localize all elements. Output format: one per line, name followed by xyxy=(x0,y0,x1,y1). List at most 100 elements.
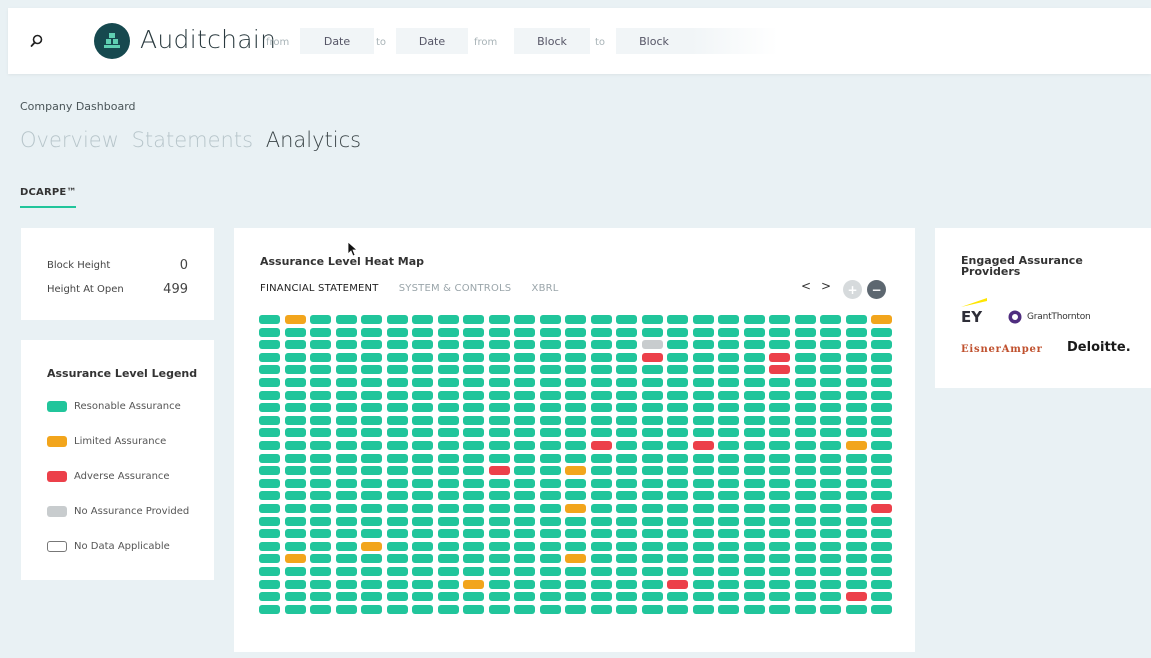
heatmap-cell[interactable] xyxy=(437,352,459,362)
heatmap-cell[interactable] xyxy=(794,554,816,564)
heatmap-cell[interactable] xyxy=(718,415,739,425)
heatmap-cell[interactable] xyxy=(259,428,280,438)
heatmap-cell[interactable] xyxy=(386,453,408,463)
heatmap-cell[interactable] xyxy=(514,428,535,438)
heatmap-cell[interactable] xyxy=(820,504,841,513)
heatmap-cell[interactable] xyxy=(718,466,739,476)
heatmap-cell[interactable] xyxy=(514,453,535,463)
heatmap-cell[interactable] xyxy=(310,378,331,387)
heatmap-cell[interactable] xyxy=(361,352,382,362)
heatmap-cell[interactable] xyxy=(590,352,612,362)
heatmap-cell[interactable] xyxy=(284,478,306,488)
heatmap-cell[interactable] xyxy=(565,491,586,501)
heatmap-cell[interactable] xyxy=(539,390,561,400)
heatmap-cell[interactable] xyxy=(463,340,484,350)
tab-financial-statement[interactable]: FINANCIAL STATEMENT xyxy=(260,283,379,294)
heatmap-cell[interactable] xyxy=(641,579,663,589)
heatmap-cell[interactable] xyxy=(590,579,612,589)
heatmap-cell[interactable] xyxy=(539,579,561,589)
heatmap-cell[interactable] xyxy=(463,604,484,614)
heatmap-cell[interactable] xyxy=(743,567,765,576)
heatmap-cell[interactable] xyxy=(871,340,892,350)
heatmap-cell[interactable] xyxy=(692,491,714,501)
heatmap-cell[interactable] xyxy=(692,378,714,387)
heatmap-cell[interactable] xyxy=(616,428,637,438)
heatmap-cell[interactable] xyxy=(386,604,408,614)
heatmap-cell[interactable] xyxy=(641,604,663,614)
heatmap-cell[interactable] xyxy=(692,516,714,526)
heatmap-cell[interactable] xyxy=(743,415,765,425)
heatmap-cell[interactable] xyxy=(259,327,280,337)
heatmap-cell[interactable] xyxy=(565,567,586,576)
heatmap-cell[interactable] xyxy=(871,453,892,463)
heatmap-cell[interactable] xyxy=(437,491,459,501)
heatmap-cell[interactable] xyxy=(284,365,306,375)
heatmap-cell[interactable] xyxy=(259,453,280,463)
heatmap-cell[interactable] xyxy=(361,504,382,513)
heatmap-cell[interactable] xyxy=(539,340,561,350)
heatmap-cell[interactable] xyxy=(335,554,357,564)
heatmap-cell[interactable] xyxy=(692,340,714,350)
heatmap-cell[interactable] xyxy=(463,352,484,362)
heatmap-cell[interactable] xyxy=(488,340,510,350)
heatmap-cell[interactable] xyxy=(259,541,280,551)
heatmap-cell[interactable] xyxy=(769,403,790,413)
zoom-in-button[interactable]: + xyxy=(843,280,862,299)
heatmap-cell[interactable] xyxy=(871,529,892,539)
heatmap-cell[interactable] xyxy=(794,478,816,488)
heatmap-cell[interactable] xyxy=(641,529,663,539)
heatmap-cell[interactable] xyxy=(335,604,357,614)
heatmap-cell[interactable] xyxy=(437,365,459,375)
heatmap-cell[interactable] xyxy=(743,478,765,488)
heatmap-cell[interactable] xyxy=(310,604,331,614)
heatmap-cell[interactable] xyxy=(284,428,306,438)
heatmap-cell[interactable] xyxy=(616,340,637,350)
heatmap-cell[interactable] xyxy=(488,352,510,362)
heatmap-cell[interactable] xyxy=(310,428,331,438)
heatmap-cell[interactable] xyxy=(412,516,433,526)
heatmap-cell[interactable] xyxy=(284,453,306,463)
heatmap-cell[interactable] xyxy=(641,403,663,413)
heatmap-cell[interactable] xyxy=(845,453,867,463)
heatmap-cell[interactable] xyxy=(437,315,459,324)
heatmap-cell[interactable] xyxy=(539,604,561,614)
heatmap-cell[interactable] xyxy=(488,504,510,513)
heatmap-cell[interactable] xyxy=(667,390,688,400)
heatmap-cell[interactable] xyxy=(284,340,306,350)
heatmap-cell[interactable] xyxy=(718,592,739,602)
heatmap-cell[interactable] xyxy=(335,340,357,350)
heatmap-cell[interactable] xyxy=(335,415,357,425)
heatmap-cell[interactable] xyxy=(641,365,663,375)
heatmap-cell[interactable] xyxy=(667,592,688,602)
heatmap-cell[interactable] xyxy=(361,340,382,350)
heatmap-cell[interactable] xyxy=(565,604,586,614)
heatmap-cell[interactable] xyxy=(488,466,510,476)
heatmap-cell[interactable] xyxy=(667,466,688,476)
heatmap-cell[interactable] xyxy=(692,352,714,362)
heatmap-cell[interactable] xyxy=(845,541,867,551)
heatmap-cell[interactable] xyxy=(692,441,714,450)
heatmap-cell[interactable] xyxy=(361,415,382,425)
heatmap-cell[interactable] xyxy=(310,516,331,526)
to-block-field[interactable]: Block xyxy=(616,28,692,54)
heatmap-cell[interactable] xyxy=(769,365,790,375)
heatmap-cell[interactable] xyxy=(718,352,739,362)
heatmap-cell[interactable] xyxy=(692,365,714,375)
heatmap-cell[interactable] xyxy=(310,441,331,450)
heatmap-cell[interactable] xyxy=(514,441,535,450)
heatmap-cell[interactable] xyxy=(871,516,892,526)
heatmap-cell[interactable] xyxy=(386,428,408,438)
heatmap-cell[interactable] xyxy=(488,604,510,614)
heatmap-cell[interactable] xyxy=(488,554,510,564)
heatmap-cell[interactable] xyxy=(259,403,280,413)
heatmap-cell[interactable] xyxy=(692,403,714,413)
heatmap-cell[interactable] xyxy=(616,579,637,589)
zoom-out-button[interactable]: − xyxy=(867,280,886,299)
heatmap-cell[interactable] xyxy=(718,378,739,387)
heatmap-cell[interactable] xyxy=(284,378,306,387)
heatmap-cell[interactable] xyxy=(463,327,484,337)
heatmap-cell[interactable] xyxy=(692,529,714,539)
heatmap-cell[interactable] xyxy=(641,541,663,551)
heatmap-cell[interactable] xyxy=(488,516,510,526)
heatmap-cell[interactable] xyxy=(463,453,484,463)
